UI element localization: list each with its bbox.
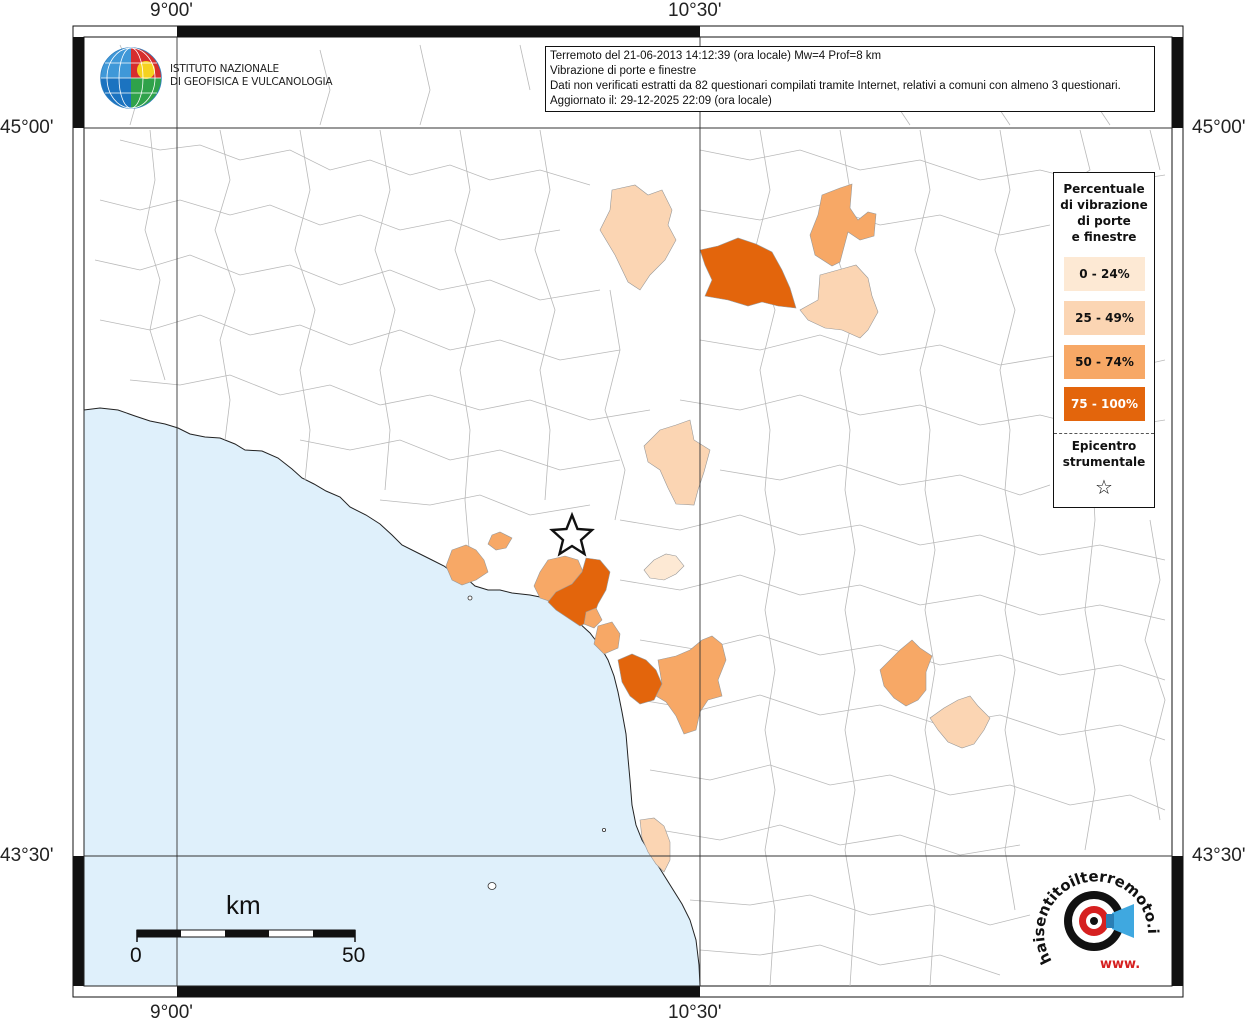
legend-class-0-24: 0 - 24% bbox=[1064, 257, 1145, 291]
legend-title-line3: di porte bbox=[1077, 214, 1131, 228]
scale-unit: km bbox=[226, 890, 261, 920]
legend-separator bbox=[1054, 433, 1154, 434]
data-note: Dati non verificati estratti da 82 quest… bbox=[550, 80, 1121, 92]
legend-title-line1: Percentuale bbox=[1063, 182, 1145, 196]
scale-end: 50 bbox=[342, 944, 366, 967]
lat-label-right-top: 45°00' bbox=[1192, 117, 1246, 138]
legend-star-icon: ☆ bbox=[1095, 475, 1113, 499]
legend: Percentuale di vibrazione di porte e fin… bbox=[1053, 172, 1155, 508]
lat-label-left-bottom: 43°30' bbox=[0, 845, 54, 866]
update-time: Aggiornato il: 29-12-2025 22:09 (ora loc… bbox=[550, 95, 772, 107]
legend-epicenter-line2: strumentale bbox=[1062, 455, 1146, 469]
lon-label-bottom-right: 10°30' bbox=[668, 1002, 722, 1023]
ingv-globe-icon bbox=[100, 47, 162, 109]
event-title: Terremoto del 21-06-2013 14:12:39 (ora l… bbox=[550, 50, 882, 62]
lon-label-top-right: 10°30' bbox=[668, 0, 722, 21]
lon-label-bottom-left: 9°00' bbox=[150, 1002, 193, 1023]
map-subtitle: Vibrazione di porte e finestre bbox=[550, 65, 697, 77]
legend-epicenter-line1: Epicentro bbox=[1071, 439, 1137, 453]
haisentito-www: www. bbox=[1100, 957, 1140, 972]
legend-title-line4: e finestre bbox=[1071, 230, 1137, 244]
haisentito-logo: haisentitoilterremoto.it www. bbox=[1030, 866, 1162, 972]
lon-label-top-left: 9°00' bbox=[150, 0, 193, 21]
lat-label-right-bottom: 43°30' bbox=[1192, 845, 1246, 866]
legend-title: Percentuale di vibrazione di porte e fin… bbox=[1054, 181, 1154, 245]
legend-epicenter-label: Epicentro strumentale bbox=[1054, 438, 1154, 470]
ingv-logo-text: ISTITUTO NAZIONALE DI GEOFISICA E VULCAN… bbox=[170, 63, 333, 89]
haisentito-target-icon bbox=[1064, 891, 1134, 951]
ingv-logo-line2: DI GEOFISICA E VULCANOLOGIA bbox=[170, 76, 333, 88]
event-info-box: Terremoto del 21-06-2013 14:12:39 (ora l… bbox=[545, 46, 1155, 112]
scale-start: 0 bbox=[130, 944, 142, 967]
legend-class-75-100: 75 - 100% bbox=[1064, 387, 1145, 421]
legend-title-line2: di vibrazione bbox=[1060, 198, 1148, 212]
legend-class-50-74: 50 - 74% bbox=[1064, 345, 1145, 379]
lat-label-left-top: 45°00' bbox=[0, 117, 54, 138]
legend-class-25-49: 25 - 49% bbox=[1064, 301, 1145, 335]
ingv-logo-line1: ISTITUTO NAZIONALE bbox=[170, 63, 279, 75]
